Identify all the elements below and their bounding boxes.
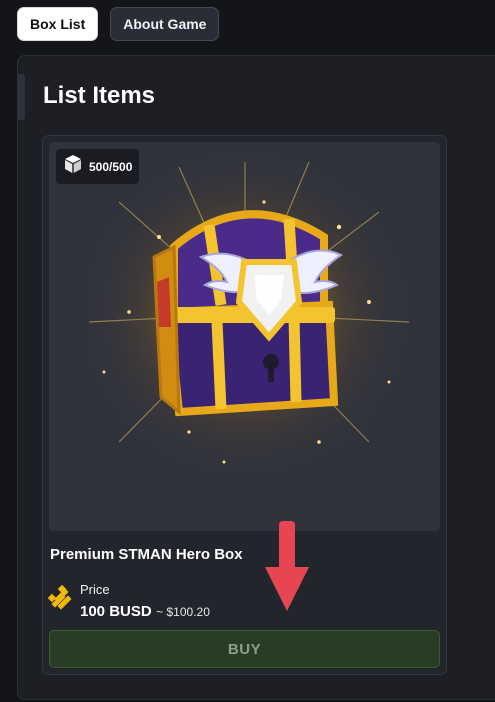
stock-count: 500/500: [89, 159, 133, 174]
list-items-panel: List Items 500/500 Premium STMAN Hero Bo…: [17, 55, 495, 700]
page-title: List Items: [43, 82, 156, 109]
top-tabs: Box List About Game: [17, 7, 220, 41]
cube-icon: [63, 154, 83, 179]
price-usd-estimate: ~ $100.20: [156, 605, 210, 619]
price-label: Price: [80, 582, 110, 597]
price-value: 100 BUSD: [80, 603, 152, 620]
down-arrow-icon: [265, 521, 309, 611]
busd-coin-icon: [47, 584, 74, 616]
tab-about-game[interactable]: About Game: [110, 7, 220, 41]
price-row: 100 BUSD ~ $100.20: [80, 603, 210, 621]
item-image-area: 500/500: [49, 142, 440, 531]
panel-side-handle: [18, 74, 25, 120]
stock-badge: 500/500: [56, 149, 140, 184]
item-name: Premium STMAN Hero Box: [50, 546, 243, 563]
treasure-chest-icon: [152, 210, 343, 417]
tab-box-list[interactable]: Box List: [17, 7, 99, 41]
buy-button[interactable]: BUY: [49, 630, 440, 668]
item-card[interactable]: 500/500 Premium STMAN Hero Box Price 100…: [42, 135, 447, 675]
